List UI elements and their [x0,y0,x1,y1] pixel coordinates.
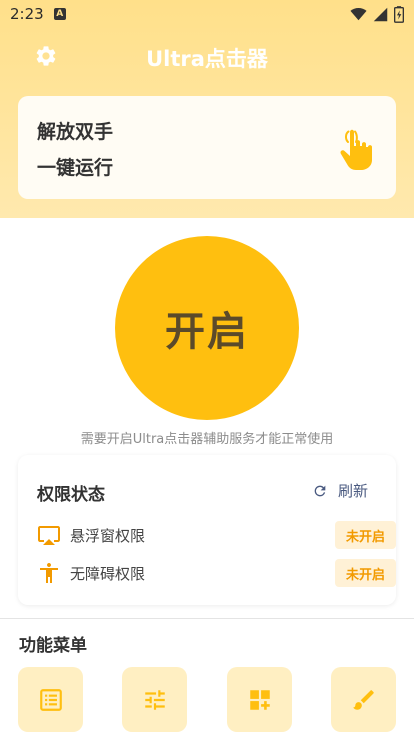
battery-icon [394,5,404,23]
permission-label: 无障碍权限 [70,564,146,583]
menu-title: 功能菜单 [19,636,87,656]
refresh-button[interactable]: 刷新 [312,480,368,501]
slogan-line-1: 解放双手 [37,121,114,143]
refresh-icon [314,485,326,496]
touch-hand-icon [340,129,372,170]
menu-button-tune[interactable] [122,667,187,732]
tune-icon [144,689,165,710]
slogan-line-2: 一键运行 [37,157,114,179]
start-button[interactable]: 开启 [115,236,299,420]
brush-icon [352,689,374,710]
permission-row-accessibility: 无障碍权限 未开启 [37,559,396,587]
status-bar: 2:23 A [0,0,414,28]
notification-icon: A [53,8,66,20]
status-badge[interactable]: 未开启 [335,559,396,587]
permission-card: 权限状态 刷新 悬浮窗权限 未开启 无障碍权限 未开启 [18,455,396,605]
divider [0,618,414,619]
menu-button-widget[interactable] [227,667,292,732]
start-button-label: 开启 [165,309,249,355]
app-title: Ultra点击器 [146,47,268,71]
menu-button-brush[interactable] [331,667,396,732]
service-hint: 需要开启Ultra点击器辅助服务才能正常使用 [80,432,334,447]
permission-row-overlay: 悬浮窗权限 未开启 [37,521,396,549]
add-widget-icon [249,689,270,710]
menu-button-list[interactable] [18,667,83,732]
list-icon [39,688,62,711]
permission-title: 权限状态 [37,485,105,505]
accessibility-icon [40,563,58,583]
wifi-icon [350,7,367,21]
refresh-label: 刷新 [337,482,368,500]
status-badge[interactable]: 未开启 [335,521,396,549]
permission-label: 悬浮窗权限 [70,526,146,545]
app-bar: Ultra点击器 [0,34,414,78]
slogan-card: 解放双手 一键运行 [18,96,396,199]
status-time: 2:23 [10,5,44,23]
airplay-icon [38,526,60,545]
signal-icon [373,7,388,21]
